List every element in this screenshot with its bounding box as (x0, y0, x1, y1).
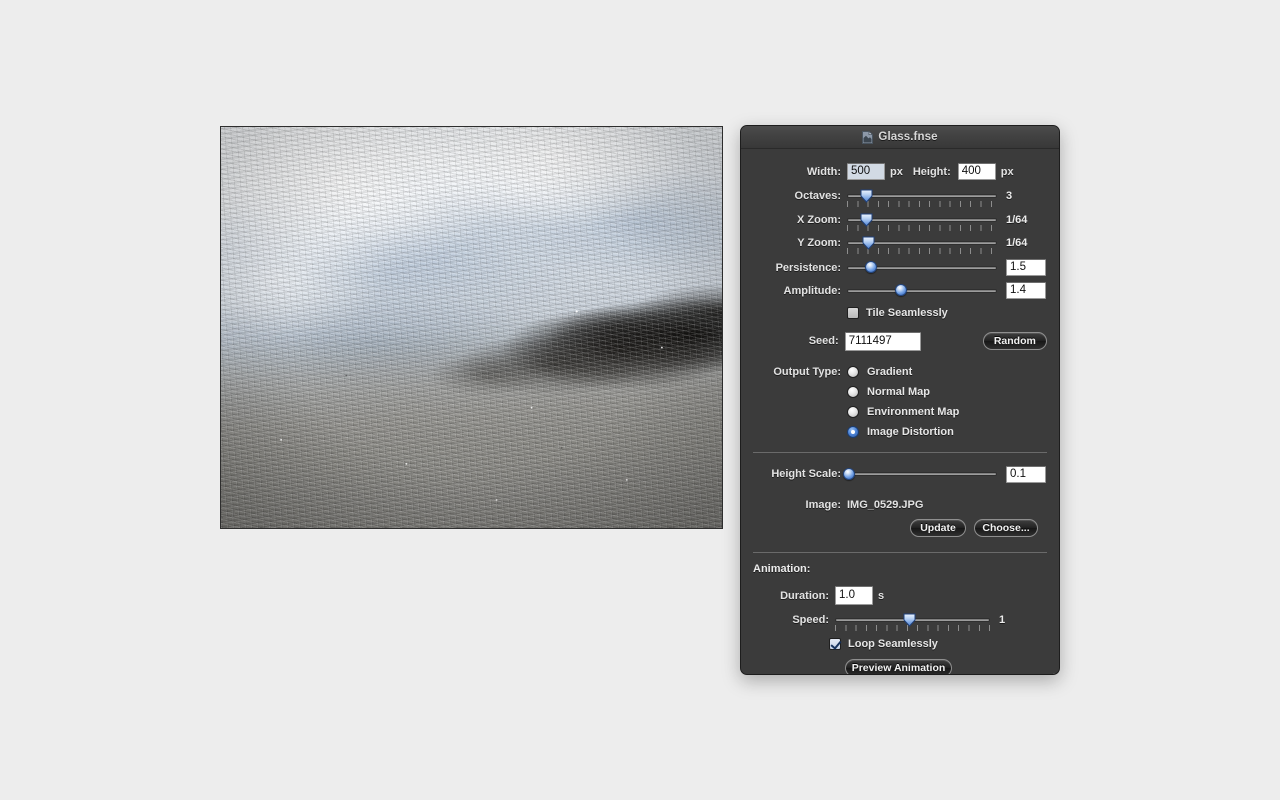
x-zoom-label: X Zoom: (797, 213, 841, 226)
loop-seamlessly-label: Loop Seamlessly (848, 637, 938, 650)
y-zoom-slider[interactable] (847, 235, 997, 254)
output-type-option-image-distortion[interactable]: Image Distortion (847, 422, 959, 442)
loop-seamlessly-row: Loop Seamlessly (753, 633, 1047, 654)
image-row: Image: IMG_0529.JPG (753, 494, 1047, 516)
tile-seamlessly-label: Tile Seamlessly (866, 307, 948, 319)
speed-value: 1 (999, 613, 1006, 626)
radio-environment-map-label: Environment Map (867, 406, 960, 418)
seed-row: Seed: Random (753, 327, 1047, 355)
width-input[interactable] (847, 163, 885, 180)
width-unit: px (890, 165, 903, 178)
octaves-row: Octaves: 3 (753, 184, 1047, 208)
output-type-group: Output Type: Gradient Normal Map Environ… (753, 362, 1047, 442)
y-zoom-slider-thumb[interactable] (862, 236, 875, 250)
persistence-slider-thumb[interactable] (865, 261, 877, 273)
window-titlebar[interactable]: Glass.fnse (741, 126, 1059, 149)
amplitude-input[interactable] (1006, 282, 1046, 299)
update-button[interactable]: Update (910, 519, 966, 537)
preview-vignette-layer (221, 127, 722, 528)
choose-image-button[interactable]: Choose... (974, 519, 1038, 537)
tile-seamlessly-checkbox[interactable] (847, 307, 859, 319)
output-type-label: Output Type: (773, 366, 841, 378)
preview-animation-row: Preview Animation (753, 656, 1047, 674)
duration-label: Duration: (780, 589, 829, 602)
tile-seamlessly-row: Tile Seamlessly (753, 303, 1047, 323)
output-type-option-environment-map[interactable]: Environment Map (847, 402, 959, 422)
x-zoom-slider-thumb[interactable] (860, 213, 873, 227)
persistence-input[interactable] (1006, 259, 1046, 276)
octaves-slider[interactable] (847, 188, 997, 207)
speed-slider[interactable] (835, 612, 990, 631)
x-zoom-value: 1/64 (1006, 213, 1028, 226)
speed-row: Speed: 1 (753, 608, 1047, 631)
amplitude-slider-thumb[interactable] (895, 284, 907, 296)
radio-normal-map[interactable] (847, 386, 859, 398)
y-zoom-value: 1/64 (1006, 236, 1028, 249)
radio-image-distortion[interactable] (847, 426, 859, 438)
height-unit: px (1000, 165, 1014, 178)
persistence-row: Persistence: (753, 256, 1047, 279)
window-title: Glass.fnse (878, 131, 938, 143)
image-label: Image: (805, 499, 841, 511)
divider-2 (753, 552, 1047, 553)
height-scale-slider[interactable] (842, 466, 997, 482)
height-label: Height: (912, 165, 951, 178)
width-label: Width: (806, 165, 841, 178)
speed-label: Speed: (792, 613, 829, 626)
loop-seamlessly-checkbox[interactable] (829, 637, 841, 650)
seed-label: Seed: (808, 335, 839, 347)
amplitude-label: Amplitude: (783, 284, 841, 297)
x-zoom-row: X Zoom: 1/64 (753, 208, 1047, 231)
resize-grip-icon[interactable] (1043, 671, 1056, 675)
settings-panel-window: Glass.fnse Width: px Height: px Octaves: (740, 125, 1060, 675)
height-scale-label: Height Scale: (771, 468, 841, 480)
output-type-options: Gradient Normal Map Environment Map Imag… (847, 362, 959, 442)
screen: Glass.fnse Width: px Height: px Octaves: (0, 0, 1280, 800)
height-input[interactable] (957, 163, 996, 180)
radio-environment-map[interactable] (847, 406, 859, 418)
amplitude-row: Amplitude: (753, 279, 1047, 302)
amplitude-slider[interactable] (847, 283, 997, 299)
radio-image-distortion-label: Image Distortion (867, 426, 954, 438)
height-scale-row: Height Scale: (753, 462, 1047, 486)
height-scale-slider-track (847, 472, 997, 476)
document-icon (862, 130, 874, 144)
duration-input[interactable] (835, 586, 873, 605)
output-type-option-gradient[interactable]: Gradient (847, 362, 959, 382)
panel-body: Width: px Height: px Octaves: (741, 160, 1059, 675)
image-preview-window[interactable] (220, 126, 723, 529)
y-zoom-row: Y Zoom: 1/64 (753, 231, 1047, 254)
seed-input[interactable] (844, 331, 921, 351)
octaves-label: Octaves: (794, 190, 841, 202)
y-zoom-label: Y Zoom: (797, 236, 841, 249)
height-scale-slider-thumb[interactable] (842, 467, 855, 480)
preview-animation-button[interactable]: Preview Animation (845, 659, 952, 674)
speed-slider-thumb[interactable] (903, 613, 916, 627)
duration-unit: s (878, 589, 885, 602)
output-type-option-normal-map[interactable]: Normal Map (847, 382, 959, 402)
animation-section-title: Animation: (753, 563, 811, 575)
radio-gradient-label: Gradient (867, 366, 913, 378)
duration-row: Duration: s (753, 583, 1047, 608)
octaves-slider-thumb[interactable] (860, 189, 873, 203)
radio-gradient[interactable] (847, 366, 859, 378)
persistence-slider[interactable] (847, 260, 997, 276)
x-zoom-slider[interactable] (847, 212, 997, 231)
image-filename: IMG_0529.JPG (847, 499, 924, 511)
image-preview[interactable] (221, 127, 722, 528)
radio-normal-map-label: Normal Map (867, 386, 930, 398)
animation-section: Animation: Duration: s Speed: 1 (753, 563, 1047, 674)
image-buttons-row: Update Choose... (753, 516, 1047, 540)
persistence-label: Persistence: (775, 261, 841, 274)
amplitude-slider-track (847, 288, 997, 293)
height-scale-input[interactable] (1006, 465, 1046, 483)
random-seed-button[interactable]: Random (982, 332, 1047, 350)
dimensions-row: Width: px Height: px (753, 160, 1047, 183)
octaves-value: 3 (1006, 190, 1013, 202)
divider-1 (753, 452, 1047, 453)
